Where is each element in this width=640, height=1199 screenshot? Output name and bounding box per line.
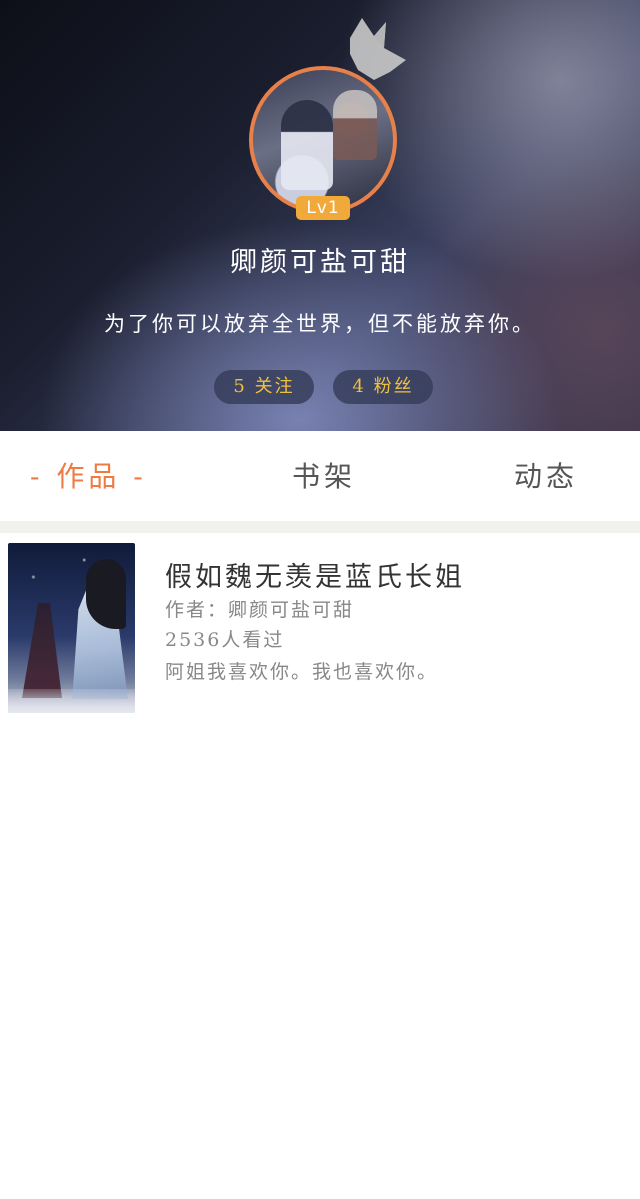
- following-count-button[interactable]: 5 关注: [214, 370, 314, 404]
- tab-works[interactable]: - 作品 -: [30, 459, 147, 495]
- avatar-figure: [333, 90, 377, 160]
- book-cover[interactable]: [8, 543, 135, 713]
- book-author: 作者：卿颜可盐可甜: [165, 599, 355, 621]
- cover-figure: [22, 603, 62, 698]
- avatar-figure: [281, 100, 333, 190]
- profile-tabs: - 作品 - 书架 动态: [0, 431, 640, 521]
- fans-count-button[interactable]: 4 粉丝: [333, 370, 433, 404]
- profile-header: Lv1 卿颜可盐可甜 为了你可以放弃全世界，但不能放弃你。 5 关注 4 粉丝: [0, 0, 640, 431]
- book-list-item[interactable]: 假如魏无羡是蓝氏长姐 作者：卿颜可盐可甜 2536人看过 阿姐我喜欢你。我也喜欢…: [0, 533, 640, 723]
- book-view-count: 2536人看过: [165, 629, 285, 651]
- book-description: 阿姐我喜欢你。我也喜欢你。: [165, 661, 439, 683]
- level-badge: Lv1: [296, 196, 350, 220]
- cover-ground: [8, 689, 135, 713]
- tab-activity[interactable]: 动态: [514, 459, 578, 495]
- book-title[interactable]: 假如魏无羡是蓝氏长姐: [165, 555, 465, 594]
- username: 卿颜可盐可甜: [230, 247, 410, 278]
- tab-bookshelf[interactable]: 书架: [292, 459, 356, 495]
- avatar[interactable]: [249, 66, 397, 214]
- section-divider: [0, 521, 640, 533]
- signature: 为了你可以放弃全世界，但不能放弃你。: [104, 312, 536, 336]
